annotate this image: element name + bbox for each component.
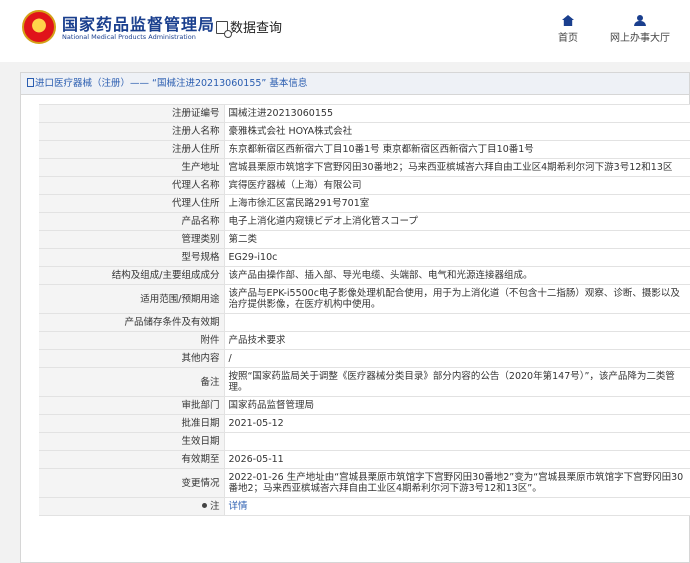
field-value: 国家药品监督管理局 [224,396,690,415]
table-row: 生产地址 宫城县栗原市筑馆字下宫野冈田30番地2；马来西亚槟城峇六拜自由工业区4期… [39,158,690,177]
search-icon [216,21,232,38]
note-value-cell: 详情 [224,497,690,516]
field-label: 型号规格 [39,248,225,267]
details-link[interactable]: 详情 [229,501,248,512]
field-label: 备注 [39,367,225,397]
table-row: 代理人名称 宾得医疗器械（上海）有限公司 [39,176,690,195]
table-row: 备注 按照“国家药监局关于调整《医疗器械分类目录》部分内容的公告（2020年第14… [39,367,690,397]
breadcrumb-text: 进口医疗器械（注册）—— “国械注进20213060155” 基本信息 [35,78,308,89]
national-emblem-icon [22,10,56,44]
data-query-link[interactable]: 数据查询 [216,17,283,38]
detail-panel: 进口医疗器械（注册）—— “国械注进20213060155” 基本信息 注册证编… [20,72,690,563]
field-value: 电子上消化道内窥镜ビデオ上消化管スコープ [224,212,690,231]
table-row: 注册证编号 国械注进20213060155 [39,104,690,123]
detail-table: 注册证编号 国械注进20213060155 注册人名称 豪雅株式会社 HOYA株式会… [39,104,690,516]
field-label: 生产地址 [39,158,225,177]
table-row: 产品储存条件及有效期 [39,313,690,332]
field-value: 2026-05-11 [224,450,690,469]
field-value: 宾得医疗器械（上海）有限公司 [224,176,690,195]
field-value: 上海市徐汇区富民路291号701室 [224,194,690,213]
note-label: 注 [209,501,220,512]
site-logo-subtitle: National Medical Products Administration [62,33,196,41]
breadcrumb: 进口医疗器械（注册）—— “国械注进20213060155” 基本信息 [21,73,689,95]
table-row: 其他内容 / [39,349,690,368]
field-label: 注册人名称 [39,122,225,141]
field-value: 2021-05-12 [224,414,690,433]
table-row: 型号规格 EG29-i10c [39,248,690,267]
table-row: 管理类别 第二类 [39,230,690,249]
field-value: 东京都新宿区西新宿六丁目10番1号 東京都新宿区西新宿六丁目10番1号 [224,140,690,159]
field-value: 第二类 [224,230,690,249]
table-row: 变更情况 2022-01-26 生产地址由“宫城县栗原市筑馆字下宫野冈田30番地2… [39,468,690,498]
field-value: 2022-01-26 生产地址由“宫城县栗原市筑馆字下宫野冈田30番地2”变为“… [224,468,690,498]
document-icon [27,78,34,87]
field-label: 生效日期 [39,432,225,451]
nav-home[interactable]: 首页 [548,15,588,44]
site-header: 国家药品监督管理局 National Medical Products Admi… [0,0,690,62]
field-value: EG29-i10c [224,248,690,267]
field-label: 适用范围/预期用途 [39,284,225,314]
field-label: 产品名称 [39,212,225,231]
nav-home-label: 首页 [558,33,578,44]
table-row: 代理人住所 上海市徐汇区富民路291号701室 [39,194,690,213]
nav-online-service-hall[interactable]: 网上办事大厅 [600,15,680,44]
field-label: 代理人名称 [39,176,225,195]
user-icon [634,15,646,26]
home-icon [562,15,574,26]
site-logo-title[interactable]: 国家药品监督管理局 [62,11,215,35]
table-row: 有效期至 2026-05-11 [39,450,690,469]
field-value: 该产品由操作部、插入部、导光电缆、头端部、电气和光源连接器组成。 [224,266,690,285]
field-label: 审批部门 [39,396,225,415]
field-value: 豪雅株式会社 HOYA株式会社 [224,122,690,141]
field-value: / [224,349,690,368]
table-row: 批准日期 2021-05-12 [39,414,690,433]
table-row: 注册人住所 东京都新宿区西新宿六丁目10番1号 東京都新宿区西新宿六丁目10番1号 [39,140,690,159]
field-label: 注册人住所 [39,140,225,159]
field-label: 代理人住所 [39,194,225,213]
field-value: 该产品与EPK-i5500c电子影像处理机配合使用，用于为上消化道（不包含十二指… [224,284,690,314]
table-row: 产品名称 电子上消化道内窥镜ビデオ上消化管スコープ [39,212,690,231]
table-row: 附件 产品技术要求 [39,331,690,350]
field-label: 批准日期 [39,414,225,433]
field-label: 变更情况 [39,468,225,498]
nav-online-service-hall-label: 网上办事大厅 [610,33,670,44]
table-row-note: 注 详情 [39,497,690,516]
table-row: 注册人名称 豪雅株式会社 HOYA株式会社 [39,122,690,141]
table-row: 结构及组成/主要组成成分 该产品由操作部、插入部、导光电缆、头端部、电气和光源连接… [39,266,690,285]
field-label: 产品储存条件及有效期 [39,313,225,332]
field-value: 产品技术要求 [224,331,690,350]
field-value: 国械注进20213060155 [224,104,690,123]
field-label: 其他内容 [39,349,225,368]
field-label: 管理类别 [39,230,225,249]
field-label: 有效期至 [39,450,225,469]
bullet-icon [201,503,207,508]
data-query-label: 数据查询 [230,21,283,36]
field-value [224,432,690,451]
field-value: 宫城县栗原市筑馆字下宫野冈田30番地2；马来西亚槟城峇六拜自由工业区4期希利尔河… [224,158,690,177]
field-value: 按照“国家药监局关于调整《医疗器械分类目录》部分内容的公告（2020年第147号… [224,367,690,397]
table-row: 审批部门 国家药品监督管理局 [39,396,690,415]
field-label: 结构及组成/主要组成成分 [39,266,225,285]
table-row: 适用范围/预期用途 该产品与EPK-i5500c电子影像处理机配合使用，用于为上消… [39,284,690,314]
field-label: 注册证编号 [39,104,225,123]
field-value [224,313,690,332]
field-label: 附件 [39,331,225,350]
table-row: 生效日期 [39,432,690,451]
note-label-cell: 注 [39,497,225,516]
